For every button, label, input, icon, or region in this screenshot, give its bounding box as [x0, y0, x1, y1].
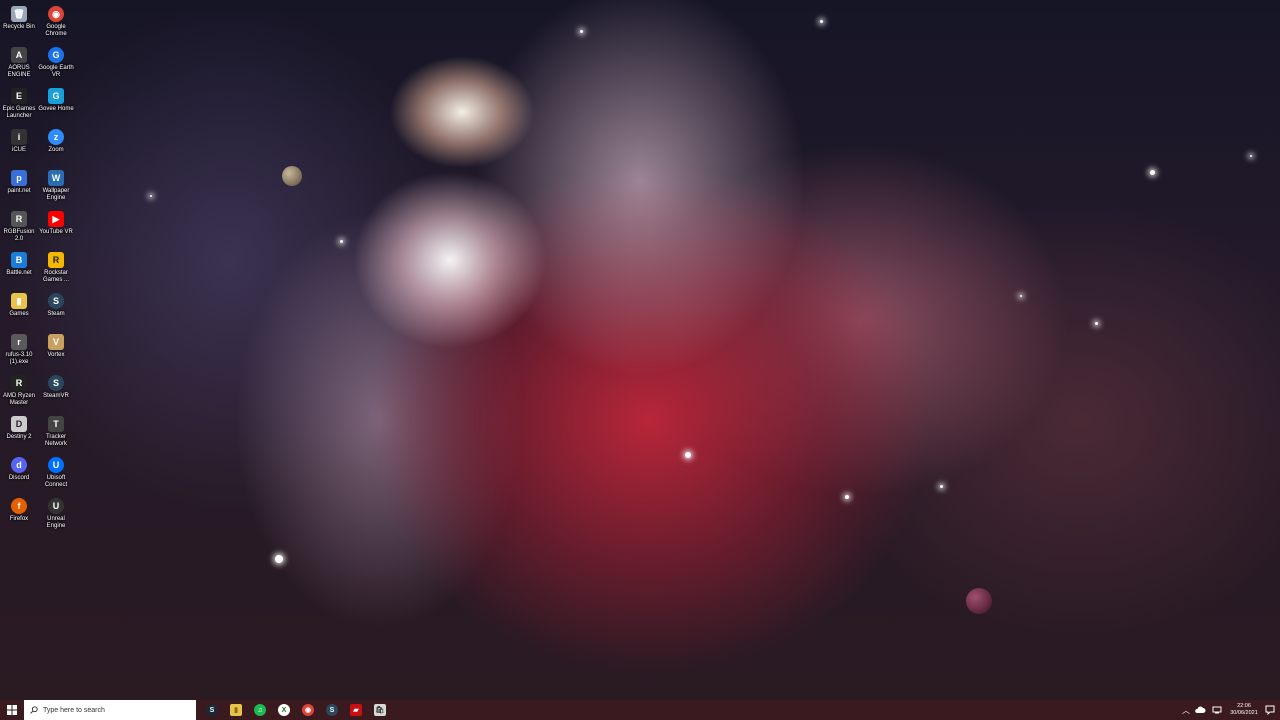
- desktop-icon-vortex[interactable]: V Vortex: [37, 332, 75, 372]
- store-icon: 🛍: [374, 704, 386, 716]
- desktop-icon-grid: 🗑 Recycle Bin A AORUS ENGINE E Epic Game…: [0, 0, 80, 540]
- folder-icon: ▮: [230, 704, 242, 716]
- cloud-icon[interactable]: [1194, 706, 1206, 714]
- star: [580, 30, 583, 33]
- rgbfusion-icon: R: [11, 211, 27, 227]
- xbox-icon: X: [278, 704, 290, 716]
- wallpaper-engine-icon: W: [48, 170, 64, 186]
- taskbar-clock[interactable]: 22:06 30/06/2021: [1229, 703, 1259, 717]
- desktop-icon-steamvr[interactable]: S SteamVR: [37, 373, 75, 413]
- desktop-icon-discord[interactable]: d Discord: [0, 455, 38, 495]
- star: [820, 20, 823, 23]
- taskbar-app-steam-2[interactable]: S: [320, 700, 344, 720]
- rockstar-icon: R: [48, 252, 64, 268]
- desktop-icon-steam[interactable]: S Steam: [37, 291, 75, 331]
- desktop-icon-wallpaper-engine[interactable]: W Wallpaper Engine: [37, 168, 75, 208]
- star: [1150, 170, 1155, 175]
- desktop-icon-firefox[interactable]: f Firefox: [0, 496, 38, 536]
- destiny-icon: D: [11, 416, 27, 432]
- icue-icon: i: [11, 129, 27, 145]
- chevron-up-icon[interactable]: ︿: [1181, 705, 1191, 716]
- desktop-icon-destiny-2[interactable]: D Destiny 2: [0, 414, 38, 454]
- star: [1020, 295, 1022, 297]
- discord-icon: d: [11, 457, 27, 473]
- desktop-icon-aorus-engine[interactable]: A AORUS ENGINE: [0, 45, 38, 85]
- epic-games-icon: E: [11, 88, 27, 104]
- tracker-network-icon: T: [48, 416, 64, 432]
- desktop-icon-govee-home[interactable]: G Govee Home: [37, 86, 75, 126]
- govee-icon: G: [48, 88, 64, 104]
- windows-logo-icon: [7, 705, 17, 715]
- paintnet-icon: p: [11, 170, 27, 186]
- search-icon: [30, 706, 38, 714]
- taskbar-app-chrome[interactable]: ◉: [296, 700, 320, 720]
- notification-icon[interactable]: [1265, 705, 1275, 715]
- network-icon[interactable]: [1212, 706, 1222, 714]
- star: [940, 485, 943, 488]
- battlenet-icon: B: [11, 252, 27, 268]
- desktop-icon-google-chrome[interactable]: ◉ Google Chrome: [37, 4, 75, 44]
- unreal-engine-icon: U: [48, 498, 64, 514]
- steam-icon: S: [326, 704, 338, 716]
- amd-ryzen-icon: R: [11, 375, 27, 391]
- google-earth-vr-icon: G: [48, 47, 64, 63]
- clock-date: 30/06/2021: [1230, 710, 1258, 716]
- desktop-icon-unreal-engine[interactable]: U Unreal Engine: [37, 496, 75, 536]
- start-button[interactable]: [0, 700, 24, 720]
- steam-icon: S: [48, 293, 64, 309]
- spotify-icon: ♫: [254, 704, 266, 716]
- search-placeholder: Type here to search: [43, 706, 105, 714]
- taskbar-search-box[interactable]: Type here to search: [24, 700, 196, 720]
- clock-time: 22:06: [1237, 703, 1251, 709]
- star: [1095, 322, 1098, 325]
- recycle-bin-icon: 🗑: [11, 6, 27, 22]
- desktop-icon-amd-ryzen-master[interactable]: R AMD Ryzen Master: [0, 373, 38, 413]
- taskbar-app-store[interactable]: 🛍: [368, 700, 392, 720]
- desktop-icon-tracker-network[interactable]: T Tracker Network: [37, 414, 75, 454]
- desktop-icon-epic-games-launcher[interactable]: E Epic Games Launcher: [0, 86, 38, 126]
- steam-icon: S: [206, 704, 218, 716]
- desktop-icon-recycle-bin[interactable]: 🗑 Recycle Bin: [0, 4, 38, 44]
- folder-icon: ▮: [11, 293, 27, 309]
- red-app-icon: ▰: [350, 704, 362, 716]
- desktop-wallpaper: [0, 0, 1280, 700]
- steamvr-icon: S: [48, 375, 64, 391]
- desktop-icon-youtube-vr[interactable]: ▶ YouTube VR: [37, 209, 75, 249]
- star: [685, 452, 691, 458]
- star: [275, 555, 283, 563]
- desktop-icon-battlenet[interactable]: B Battle.net: [0, 250, 38, 290]
- desktop-icon-google-earth-vr[interactable]: G Google Earth VR: [37, 45, 75, 85]
- system-tray: ︿ 22:06 30/06/2021: [1181, 700, 1280, 720]
- taskbar-app-spotify[interactable]: ♫: [248, 700, 272, 720]
- planet: [966, 588, 992, 614]
- desktop-icon-rockstar-games[interactable]: R Rockstar Games ...: [37, 250, 75, 290]
- desktop-icon-zoom[interactable]: z Zoom: [37, 127, 75, 167]
- desktop-icon-rufus[interactable]: r rufus-3.10 (1).exe: [0, 332, 38, 372]
- desktop-icon-icue[interactable]: i iCUE: [0, 127, 38, 167]
- taskbar: Type here to search S ▮ ♫ X ◉ S ▰ 🛍 ︿ 22…: [0, 700, 1280, 720]
- star: [845, 495, 849, 499]
- taskbar-app-steam[interactable]: S: [200, 700, 224, 720]
- chrome-icon: ◉: [302, 704, 314, 716]
- star: [1250, 155, 1252, 157]
- star: [340, 240, 343, 243]
- taskbar-app-red[interactable]: ▰: [344, 700, 368, 720]
- ubisoft-icon: U: [48, 457, 64, 473]
- vortex-icon: V: [48, 334, 64, 350]
- taskbar-app-file-explorer[interactable]: ▮: [224, 700, 248, 720]
- chrome-icon: ◉: [48, 6, 64, 22]
- taskbar-app-xbox[interactable]: X: [272, 700, 296, 720]
- youtube-vr-icon: ▶: [48, 211, 64, 227]
- desktop-icon-rgbfusion[interactable]: R RGBFusion 2.0: [0, 209, 38, 249]
- zoom-icon: z: [48, 129, 64, 145]
- aorus-engine-icon: A: [11, 47, 27, 63]
- desktop-icon-paintnet[interactable]: p paint.net: [0, 168, 38, 208]
- planet: [282, 166, 302, 186]
- rufus-icon: r: [11, 334, 27, 350]
- star: [150, 195, 152, 197]
- desktop-icon-games[interactable]: ▮ Games: [0, 291, 38, 331]
- desktop-icon-ubisoft-connect[interactable]: U Ubisoft Connect: [37, 455, 75, 495]
- firefox-icon: f: [11, 498, 27, 514]
